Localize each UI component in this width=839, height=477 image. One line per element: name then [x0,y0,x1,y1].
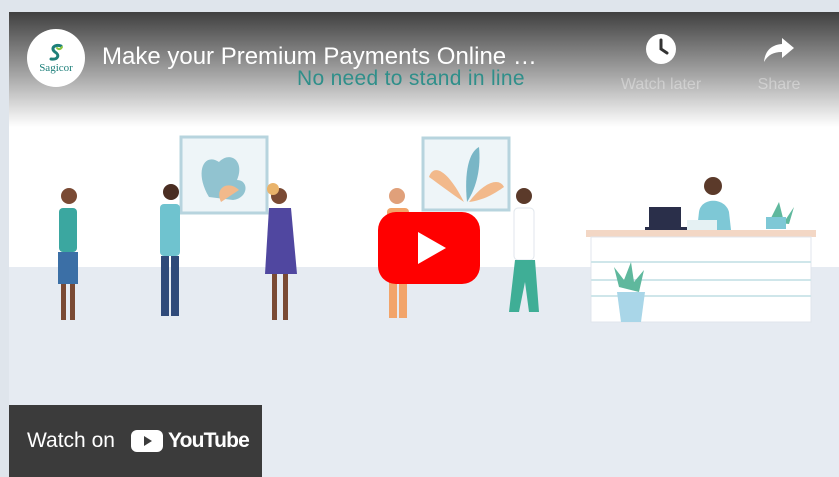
video-title[interactable]: Make your Premium Payments Online … [102,43,612,71]
sagicor-logo-icon [49,44,63,61]
youtube-play-icon [378,212,480,284]
youtube-logo-icon [130,430,163,452]
youtube-wordmark: YouTube [167,429,250,452]
share-arrow-icon [764,38,794,62]
channel-logo-text: Sagicor [39,62,73,74]
wall-art-left [179,135,269,215]
person-2 [160,184,180,316]
video-player[interactable]: No need to stand in line Sagicor Make yo… [9,12,839,477]
person-1 [58,188,78,320]
watch-on-label: Watch on [27,429,115,452]
share-button[interactable]: Share [731,32,827,94]
clock-icon [646,34,676,64]
person-3 [265,183,297,320]
embed-frame: No need to stand in line Sagicor Make yo… [0,0,839,477]
person-5 [509,188,539,312]
channel-avatar[interactable]: Sagicor [27,29,85,87]
share-label: Share [757,76,801,93]
reception-counter [586,177,816,323]
watch-on-youtube-button[interactable]: Watch on YouTube [9,405,262,477]
wall-art-right [421,136,511,212]
watch-later-label: Watch later [620,76,702,93]
youtube-logo: YouTube [130,429,250,453]
watch-later-button[interactable]: Watch later [613,32,709,94]
play-button[interactable] [378,212,480,284]
